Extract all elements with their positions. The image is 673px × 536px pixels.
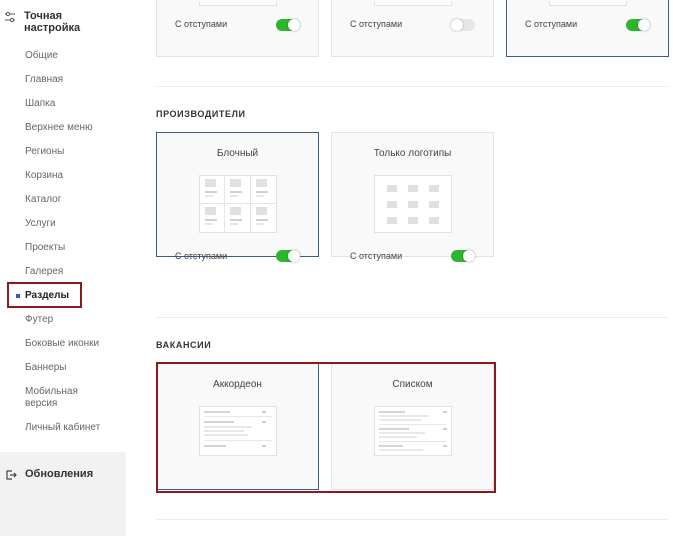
main-content: С отступами С отступами С отступами ПРОИ…: [126, 0, 673, 536]
sidebar-item-cart[interactable]: Корзина: [25, 170, 63, 182]
sidebar-item-home[interactable]: Главная: [25, 74, 63, 86]
block-preview: [199, 175, 277, 233]
logos-preview: [374, 175, 452, 233]
sidebar-item-regions[interactable]: Регионы: [25, 146, 64, 158]
active-item-dot: [16, 294, 20, 298]
updates-section[interactable]: Обновления: [0, 452, 126, 536]
sidebar-item-catalog[interactable]: Каталог: [25, 194, 61, 206]
sidebar-item-gallery[interactable]: Галерея: [25, 266, 63, 278]
sidebar-item-side-icons[interactable]: Боковые иконки: [25, 338, 99, 350]
section-title-manufacturers: ПРОИЗВОДИТЕЛИ: [156, 109, 246, 119]
sidebar-item-banners[interactable]: Баннеры: [25, 362, 66, 374]
sidebar-item-footer[interactable]: Футер: [25, 314, 53, 326]
option-label: С отступами: [175, 251, 228, 261]
sidebar-item-header[interactable]: Шапка: [25, 98, 55, 110]
section-divider: [156, 519, 668, 520]
section-divider: [156, 317, 668, 318]
padding-toggle[interactable]: [451, 19, 475, 31]
sidebar-item-general[interactable]: Общие: [25, 50, 58, 62]
sidebar-item-top-menu[interactable]: Верхнее меню: [25, 122, 93, 134]
top-card-1[interactable]: С отступами: [156, 0, 319, 57]
manufacturers-card-block[interactable]: Блочный С отступами: [156, 132, 319, 262]
padding-toggle[interactable]: [626, 19, 650, 31]
sidebar-item-account[interactable]: Личный кабинет: [25, 422, 100, 434]
sidebar-item-sections[interactable]: Разделы: [25, 290, 69, 302]
section-title-vacancies: ВАКАНСИИ: [156, 340, 212, 350]
card-preview: [199, 1, 277, 6]
top-card-3[interactable]: С отступами: [506, 0, 669, 57]
padding-toggle[interactable]: [276, 250, 300, 262]
option-label: С отступами: [525, 19, 578, 29]
vacancies-highlight-box: [156, 362, 496, 493]
card-title: Блочный: [216, 148, 259, 159]
option-label: С отступами: [350, 19, 403, 29]
sidebar-title: Точная настройка: [24, 10, 81, 34]
card-title: Только логотипы: [373, 148, 452, 159]
card-preview: [549, 1, 627, 6]
sliders-icon: [5, 11, 15, 23]
sidebar-header: Точная настройка: [4, 10, 94, 34]
sidebar-item-projects[interactable]: Проекты: [25, 242, 65, 254]
padding-toggle[interactable]: [276, 19, 300, 31]
sidebar-item-services[interactable]: Услуги: [25, 218, 56, 230]
option-label: С отступами: [350, 251, 403, 261]
updates-label: Обновления: [25, 468, 94, 480]
card-preview: [374, 1, 452, 6]
sidebar-item-mobile[interactable]: Мобильная версия: [25, 386, 95, 410]
section-divider: [156, 86, 668, 87]
option-label: С отступами: [175, 19, 228, 29]
padding-toggle[interactable]: [451, 250, 475, 262]
sidebar: Точная настройка Общие Главная Шапка Вер…: [0, 0, 126, 536]
logout-icon: [6, 470, 17, 480]
top-card-2[interactable]: С отступами: [331, 0, 494, 57]
manufacturers-card-logos[interactable]: Только логотипы С отступами: [331, 132, 494, 262]
